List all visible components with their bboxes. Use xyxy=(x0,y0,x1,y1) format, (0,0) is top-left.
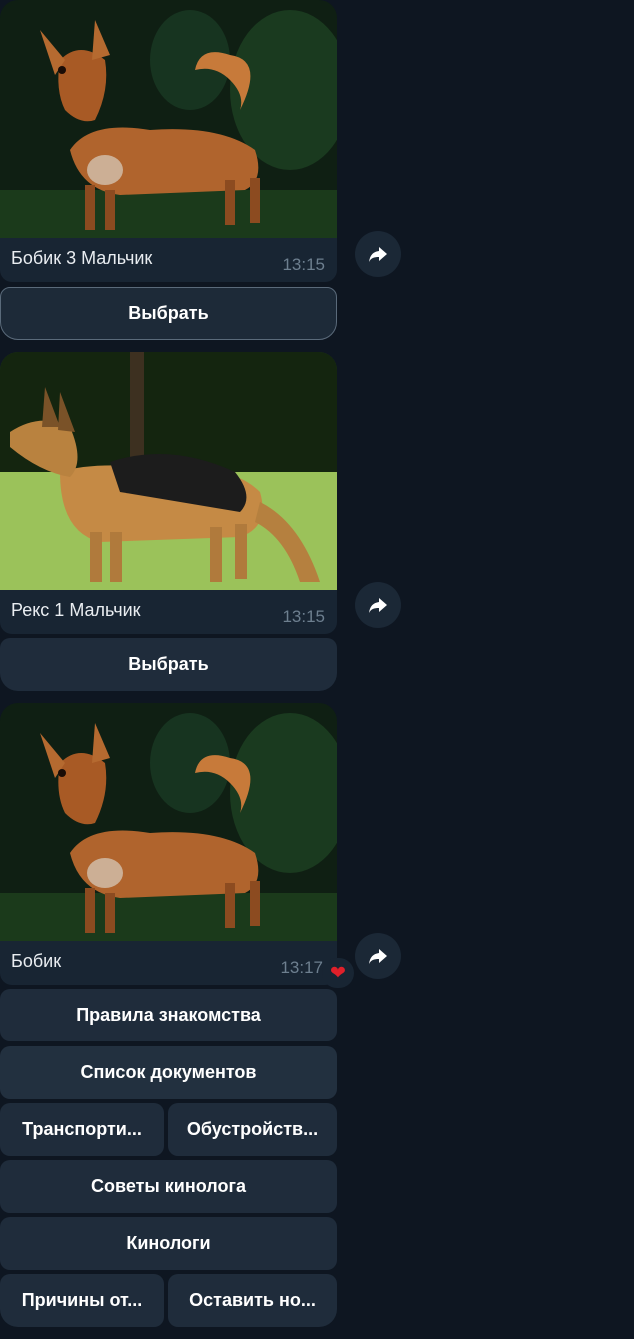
arrangement-button[interactable]: Обустройств... xyxy=(168,1103,337,1156)
select-button[interactable]: Выбрать xyxy=(0,287,337,340)
forward-icon[interactable] xyxy=(355,231,401,277)
german-shepherd-photo[interactable] xyxy=(0,352,337,590)
forward-icon[interactable] xyxy=(355,933,401,979)
transport-button[interactable]: Транспорти... xyxy=(0,1103,164,1156)
rules-button[interactable]: Правила знакомства xyxy=(0,989,337,1041)
small-red-dog-photo[interactable] xyxy=(0,0,337,238)
message-time: 13:17 xyxy=(280,958,323,977)
message-bubble: Бобик 13:17 xyxy=(0,703,337,985)
select-button[interactable]: Выбрать xyxy=(0,638,337,691)
dog-trainer-tips-button[interactable]: Советы кинолога xyxy=(0,1160,337,1213)
message-bubble: Рекс 1 Мальчик 13:15 xyxy=(0,352,337,634)
small-red-dog-photo[interactable] xyxy=(0,703,337,941)
caption-text: Рекс 1 Мальчик xyxy=(11,600,141,620)
forward-icon[interactable] xyxy=(355,582,401,628)
message-3: Бобик 13:17 xyxy=(0,703,337,985)
message-bubble: Бобик 3 Мальчик 13:15 xyxy=(0,0,337,282)
message-caption: Бобик 3 Мальчик 13:15 xyxy=(0,238,337,282)
documents-button[interactable]: Список документов xyxy=(0,1046,337,1099)
message-2: Рекс 1 Мальчик 13:15 xyxy=(0,352,337,634)
dog-trainers-button[interactable]: Кинологи xyxy=(0,1217,337,1270)
message-time: 13:15 xyxy=(282,607,325,626)
message-1: Бобик 3 Мальчик 13:15 xyxy=(0,0,337,282)
message-caption: Бобик 13:17 xyxy=(0,941,337,985)
leave-number-button[interactable]: Оставить но... xyxy=(168,1274,337,1327)
caption-text: Бобик 3 Мальчик xyxy=(11,248,153,268)
message-caption: Рекс 1 Мальчик 13:15 xyxy=(0,590,337,634)
heart-reaction[interactable]: ❤ xyxy=(322,958,354,988)
message-time: 13:15 xyxy=(282,255,325,274)
heart-icon: ❤ xyxy=(330,962,346,984)
refusal-reasons-button[interactable]: Причины от... xyxy=(0,1274,164,1327)
caption-text: Бобик xyxy=(11,951,62,971)
